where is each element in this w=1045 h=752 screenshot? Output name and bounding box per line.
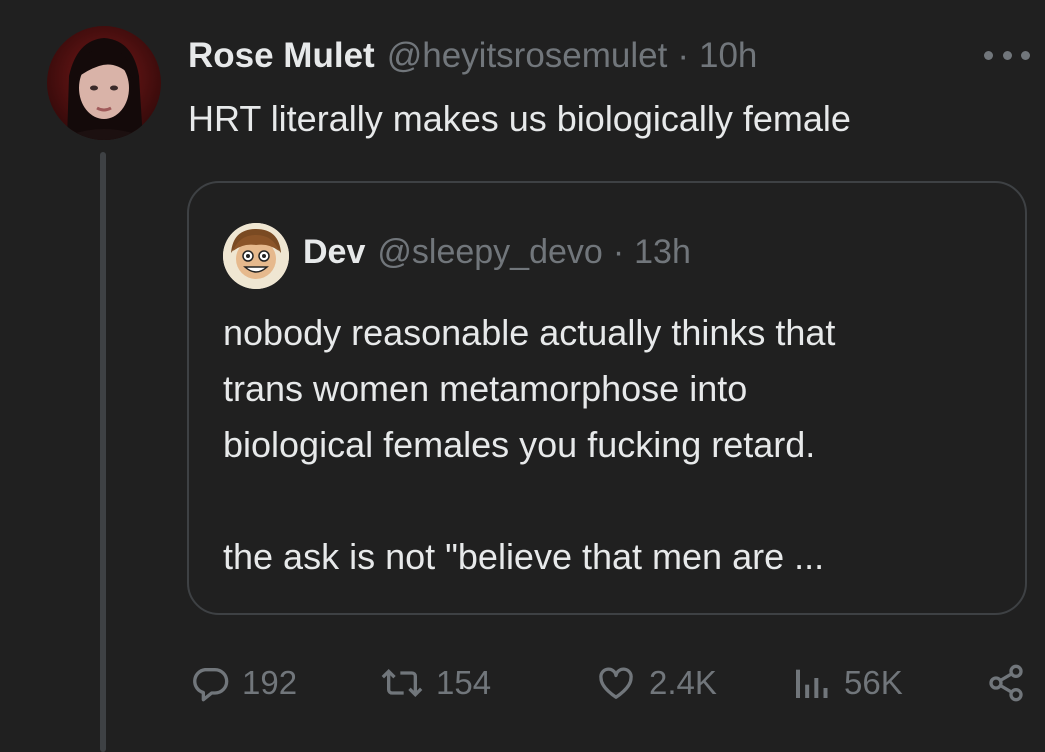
- views-button[interactable]: 56K: [790, 655, 903, 711]
- header-separator: ·: [677, 36, 689, 75]
- quoted-text-line: trans women metamorphose into: [223, 368, 748, 409]
- quoted-author-avatar[interactable]: [223, 223, 289, 289]
- author-name[interactable]: Rose Mulet: [188, 33, 375, 79]
- view-count: 56K: [844, 664, 903, 701]
- quoted-author-name[interactable]: Dev: [303, 230, 365, 274]
- reply-count: 192: [242, 664, 298, 701]
- like-count: 2.4K: [649, 664, 717, 701]
- quoted-text: nobody reasonable actually thinks that t…: [223, 305, 1013, 585]
- quoted-header: Dev @sleepy_devo · 13h: [303, 230, 691, 274]
- reply-button[interactable]: 192: [190, 655, 297, 711]
- action-bar: 192 154 2.4K 56K: [190, 655, 1040, 711]
- quoted-header-separator: ·: [612, 233, 625, 271]
- post-timestamp[interactable]: 10h: [699, 33, 757, 79]
- reply-bubble-icon: [190, 663, 230, 703]
- post-text: HRT literally makes us biologically fema…: [188, 98, 851, 139]
- quoted-author-handle[interactable]: @sleepy_devo: [377, 230, 602, 274]
- thread-line: [100, 152, 106, 752]
- share-nodes-icon: [985, 663, 1027, 703]
- quoted-text-line: nobody reasonable actually thinks that: [223, 312, 836, 353]
- quoted-timestamp[interactable]: 13h: [634, 230, 691, 274]
- more-icon[interactable]: [984, 40, 1030, 70]
- repost-count: 154: [436, 664, 492, 701]
- heart-icon: [595, 663, 637, 703]
- like-button[interactable]: 2.4K: [595, 655, 717, 711]
- share-button[interactable]: [985, 655, 1027, 711]
- post-header: Rose Mulet @heyitsrosemulet · 10h: [188, 33, 757, 79]
- bar-chart-icon: [790, 663, 832, 703]
- author-avatar[interactable]: [47, 26, 161, 140]
- repost-arrows-icon: [380, 663, 424, 703]
- repost-button[interactable]: 154: [380, 655, 491, 711]
- author-handle[interactable]: @heyitsrosemulet: [387, 33, 668, 79]
- quoted-text-line: biological females you fucking retard.: [223, 424, 816, 465]
- quoted-post[interactable]: Dev @sleepy_devo · 13h nobody reasonable…: [187, 181, 1027, 615]
- quoted-text-line: the ask is not "believe that men are ...: [223, 536, 825, 577]
